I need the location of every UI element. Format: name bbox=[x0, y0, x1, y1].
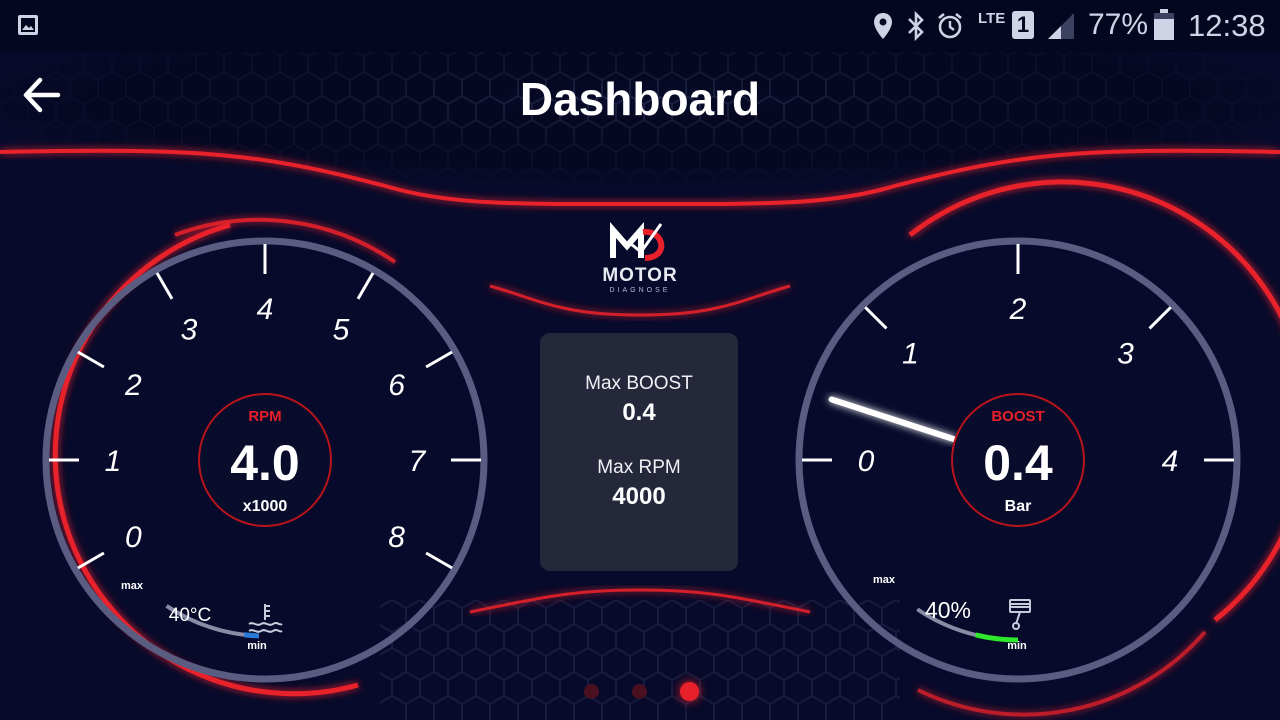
engine-load-value: 40% bbox=[925, 597, 971, 623]
boost-tick-label: 3 bbox=[1117, 338, 1134, 371]
max-rpm-value: 4000 bbox=[612, 483, 666, 510]
piston-icon bbox=[1009, 599, 1031, 630]
boost-tick-label: 0 bbox=[858, 445, 875, 478]
page-dot[interactable] bbox=[632, 684, 647, 699]
boost-tick-label: 4 bbox=[1162, 445, 1179, 478]
boost-tick-label: 2 bbox=[1009, 293, 1027, 326]
max-rpm-label: Max RPM bbox=[597, 457, 681, 478]
boost-tick-label: 1 bbox=[902, 338, 919, 371]
boost-tick-mark bbox=[1148, 306, 1172, 330]
page-dot[interactable] bbox=[584, 684, 599, 699]
boost-needle bbox=[828, 396, 957, 442]
boost-unit: Bar bbox=[1005, 498, 1032, 515]
page-dot[interactable] bbox=[680, 682, 699, 701]
boost-tick-mark bbox=[864, 306, 888, 330]
boost-label: BOOST bbox=[991, 408, 1044, 425]
max-values-panel: Max BOOST 0.4 Max RPM 4000 bbox=[540, 333, 738, 571]
boost-load-max-label: max bbox=[873, 574, 896, 586]
boost-value: 0.4 bbox=[983, 435, 1053, 491]
max-boost-label: Max BOOST bbox=[585, 373, 693, 394]
max-boost-value: 0.4 bbox=[622, 399, 656, 426]
boost-load-min-label: min bbox=[1007, 640, 1027, 652]
